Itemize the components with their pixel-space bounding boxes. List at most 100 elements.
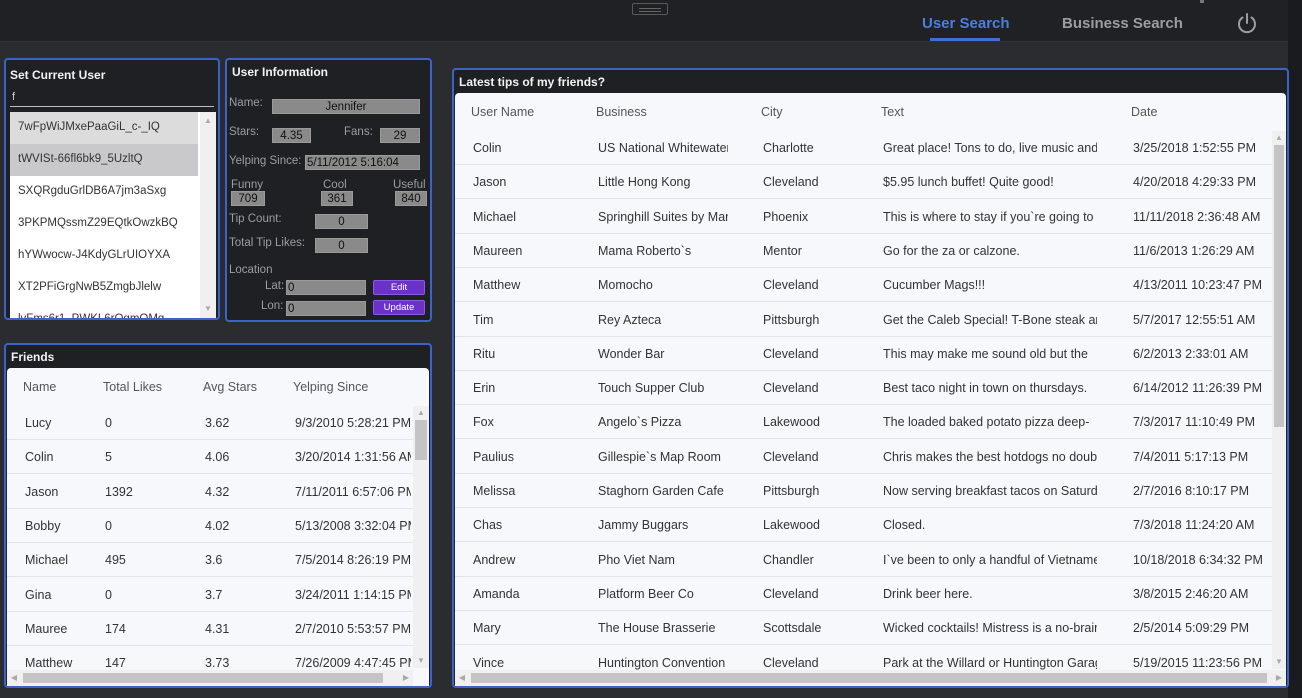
list-item[interactable]: lvFms6r1_PWKL6rOqmQMg — [10, 304, 198, 318]
column-header[interactable]: City — [761, 105, 783, 119]
user-list-scrollbar[interactable]: ▲ ▼ — [200, 112, 216, 318]
column-header[interactable]: Date — [1131, 105, 1157, 119]
table-row[interactable]: Maureen Mama Roberto`s Mentor Go for the za… — [455, 234, 1272, 268]
table-row[interactable]: Erin Touch Supper Club Cleveland Best taco … — [455, 371, 1272, 406]
table-cell: 3/20/2014 1:31:56 AM — [295, 450, 411, 465]
user-information-panel: User Information Name: Jennifer Stars: 4… — [225, 58, 432, 322]
table-row[interactable]: Gina 0 3.7 3/24/2011 1:14:15 PM — [7, 578, 413, 612]
table-row[interactable]: Andrew Pho Viet Nam Chandler I`ve been to o… — [455, 543, 1272, 577]
update-button[interactable]: Update — [373, 300, 425, 315]
friends-vertical-scrollbar[interactable]: ▲ ▼ — [413, 406, 429, 668]
fans-field[interactable]: 29 — [380, 128, 420, 143]
table-cell: 174 — [105, 621, 126, 636]
table-row[interactable]: Lucy 0 3.62 9/3/2010 5:28:21 PM — [7, 406, 413, 440]
drag-grip-handle[interactable] — [632, 3, 668, 15]
table-cell: Lakewood — [763, 518, 820, 533]
table-row[interactable]: Bobby 0 4.02 5/13/2008 3:32:04 PM — [7, 509, 413, 543]
scroll-thumb[interactable] — [23, 673, 383, 683]
column-header[interactable]: Yelping Since — [293, 380, 368, 394]
scroll-up-icon[interactable]: ▲ — [413, 406, 429, 420]
table-cell: Charlotte — [763, 141, 814, 155]
tips-vertical-scrollbar[interactable]: ▲ ▼ — [1272, 131, 1286, 669]
scroll-down-icon[interactable]: ▼ — [200, 302, 216, 316]
column-header[interactable]: Business — [596, 105, 647, 119]
column-header[interactable]: Name — [23, 380, 56, 394]
scroll-up-icon[interactable]: ▲ — [200, 114, 216, 128]
scroll-down-icon[interactable]: ▼ — [413, 654, 429, 668]
table-row[interactable]: Mary The House Brasserie Scottsdale Wicked … — [455, 611, 1272, 646]
table-row[interactable]: Colin 5 4.06 3/20/2014 1:31:56 AM — [7, 440, 413, 475]
name-field[interactable]: Jennifer — [272, 99, 420, 114]
table-cell: 2/5/2014 5:09:29 PM — [1133, 621, 1250, 636]
table-row[interactable]: Jason 1392 4.32 7/11/2011 6:57:06 PM — [7, 475, 413, 509]
tab-business-search[interactable]: Business Search — [1062, 15, 1183, 32]
table-cell: Cleveland — [763, 381, 819, 396]
tab-user-search[interactable]: User Search — [922, 15, 1010, 32]
table-cell: Park at the Willard or Huntington Garage — [883, 655, 1097, 670]
table-cell: Springhill Suites by Marriott — [598, 209, 728, 224]
table-row[interactable]: Paulius Gillespie`s Map Room Cleveland Chri… — [455, 440, 1272, 474]
latitude-field[interactable]: 0 — [286, 280, 366, 295]
scroll-right-icon[interactable]: ▶ — [399, 670, 413, 686]
column-header[interactable]: Text — [881, 105, 904, 119]
friends-panel: Friends Name Total Likes Avg Stars Yelpi… — [4, 343, 432, 688]
friends-table[interactable]: Name Total Likes Avg Stars Yelping Since… — [7, 368, 429, 686]
table-cell: Cleveland — [763, 278, 819, 293]
power-icon[interactable] — [1236, 12, 1258, 34]
table-row[interactable]: Colin US National Whitewater Center Charlo… — [455, 131, 1272, 165]
scroll-thumb[interactable] — [471, 673, 1267, 683]
table-row[interactable]: Tim Rey Azteca Pittsburgh Get the Caleb Spe… — [455, 303, 1272, 337]
tips-horizontal-scrollbar[interactable]: ◀ ▶ — [455, 670, 1286, 686]
table-cell: 4.32 — [205, 484, 230, 499]
list-item[interactable]: tWVISt-66fl6bk9_5UzltQ — [10, 144, 198, 176]
user-filter-input[interactable]: f — [12, 91, 15, 103]
table-row[interactable]: Michael 495 3.6 7/5/2014 8:26:19 PM — [7, 543, 413, 578]
table-cell: Scottsdale — [763, 621, 822, 636]
useful-field[interactable]: 840 — [395, 191, 427, 206]
stars-field[interactable]: 4.35 — [272, 128, 311, 143]
column-header[interactable]: Avg Stars — [203, 380, 257, 394]
friends-horizontal-scrollbar[interactable]: ◀ ▶ — [7, 670, 413, 686]
list-item[interactable]: hYWwocw-J4KdyGLrUIOYXA — [10, 240, 198, 272]
table-cell: Cleveland — [763, 346, 819, 361]
table-cell: $5.95 lunch buffet! Quite good! — [883, 175, 1054, 190]
cool-field[interactable]: 361 — [321, 191, 353, 206]
scroll-left-icon[interactable]: ◀ — [7, 670, 21, 686]
table-row[interactable]: Fox Angelo`s Pizza Lakewood The loaded bake… — [455, 405, 1272, 440]
table-cell: Pho Viet Nam — [598, 552, 675, 567]
funny-field[interactable]: 709 — [231, 191, 265, 206]
table-cell: Jason — [473, 175, 507, 190]
scroll-right-icon[interactable]: ▶ — [1272, 670, 1286, 686]
list-item[interactable]: SXQRgduGrlDB6A7jm3aSxg — [10, 176, 198, 208]
tip-count-field[interactable]: 0 — [315, 214, 368, 229]
user-id-list[interactable]: 7wFpWiJMxePaaGiL_c-_IQ tWVISt-66fl6bk9_5… — [10, 112, 216, 318]
column-header[interactable]: Total Likes — [103, 380, 162, 394]
table-row[interactable]: Matthew Momocho Cleveland Cucumber Mags!!! 4… — [455, 268, 1272, 303]
table-row[interactable]: Michael Springhill Suites by Marriott Phoe… — [455, 200, 1272, 234]
table-row[interactable]: Chas Jammy Buggars Lakewood Closed. 7/3/2018… — [455, 508, 1272, 543]
scroll-thumb[interactable] — [415, 420, 427, 460]
table-cell: Cucumber Mags!!! — [883, 278, 986, 293]
longitude-field[interactable]: 0 — [286, 301, 366, 316]
total-tip-likes-field[interactable]: 0 — [315, 238, 368, 253]
table-row[interactable]: Amanda Platform Beer Co Cleveland Drink bee… — [455, 577, 1272, 611]
list-item[interactable]: XT2PFiGrgNwB5ZmgbJlelw — [10, 272, 198, 304]
table-cell: I`ve been to only a handful of Vietnames… — [883, 552, 1097, 567]
list-item[interactable]: 3PKPMQssmZ29EQtkOwzkBQ — [10, 208, 198, 240]
table-row[interactable]: Ritu Wonder Bar Cleveland This may make me … — [455, 337, 1272, 371]
scroll-left-icon[interactable]: ◀ — [455, 670, 469, 686]
scroll-up-icon[interactable]: ▲ — [1272, 131, 1286, 145]
table-row[interactable]: Jason Little Hong Kong Cleveland $5.95 lunc… — [455, 165, 1272, 200]
table-cell: Cleveland — [763, 586, 819, 601]
table-cell: 6/14/2012 11:26:39 PM — [1133, 381, 1263, 396]
tips-table[interactable]: User Name Business City Text Date Colin U… — [455, 93, 1286, 686]
column-header[interactable]: User Name — [471, 105, 534, 119]
table-row[interactable]: Melissa Staghorn Garden Cafe Pittsburgh Now… — [455, 474, 1272, 508]
scroll-down-icon[interactable]: ▼ — [1272, 655, 1286, 669]
edit-button[interactable]: Edit — [373, 280, 425, 295]
table-cell: 4.06 — [205, 450, 230, 465]
list-item[interactable]: 7wFpWiJMxePaaGiL_c-_IQ — [10, 112, 198, 144]
scroll-thumb[interactable] — [1274, 145, 1284, 427]
table-row[interactable]: Mauree 174 4.31 2/7/2010 5:53:57 PM — [7, 612, 413, 646]
yelping-since-field[interactable]: 5/11/2012 5:16:04 — [305, 155, 420, 170]
